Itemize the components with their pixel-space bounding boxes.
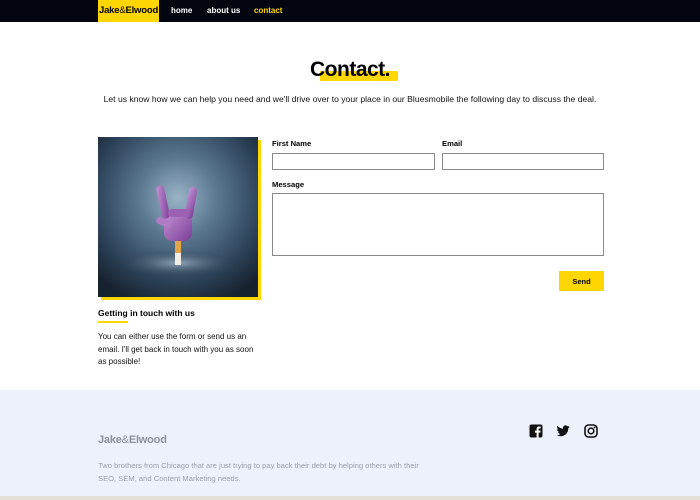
footer-logo-elwood: Elwood xyxy=(128,434,167,446)
intro-text: Let us know how we can help you need and… xyxy=(103,94,597,104)
page-title: Contact. xyxy=(310,58,398,82)
rock-hand-image xyxy=(98,137,258,297)
instagram-icon[interactable] xyxy=(584,424,598,438)
nav-link-about-us[interactable]: about us xyxy=(207,0,240,22)
first-name-field[interactable] xyxy=(272,153,435,170)
top-nav: Jake&Elwood home about us contact xyxy=(0,0,700,22)
footer-logo[interactable]: Jake&Elwood xyxy=(98,434,167,446)
facebook-icon[interactable] xyxy=(529,424,543,438)
footer-logo-jake: Jake xyxy=(98,434,122,446)
touch-heading: Getting in touch with us xyxy=(98,308,195,318)
logo-jake: Jake xyxy=(99,5,120,16)
footer-logo-amp: & xyxy=(121,434,129,446)
touch-underline xyxy=(98,321,128,323)
site-logo[interactable]: Jake&Elwood xyxy=(98,0,160,22)
send-button[interactable]: Send xyxy=(559,271,604,291)
email-label: Email xyxy=(442,139,463,148)
first-name-label: First Name xyxy=(272,139,312,148)
nav-link-home[interactable]: home xyxy=(171,0,192,22)
touch-text: You can either use the form or send us a… xyxy=(98,332,254,366)
bottom-strip xyxy=(0,496,700,500)
email-field[interactable] xyxy=(442,153,604,170)
message-field[interactable] xyxy=(272,193,604,256)
footer-description: Two brothers from Chicago that are just … xyxy=(98,461,419,483)
message-label: Message xyxy=(272,180,305,189)
logo-elwood: Elwood xyxy=(125,5,159,16)
title-wrap: Contact. xyxy=(0,58,700,82)
nav-link-contact[interactable]: contact xyxy=(254,0,282,22)
twitter-icon[interactable] xyxy=(556,424,570,438)
page-title-text: Contact. xyxy=(310,58,391,81)
